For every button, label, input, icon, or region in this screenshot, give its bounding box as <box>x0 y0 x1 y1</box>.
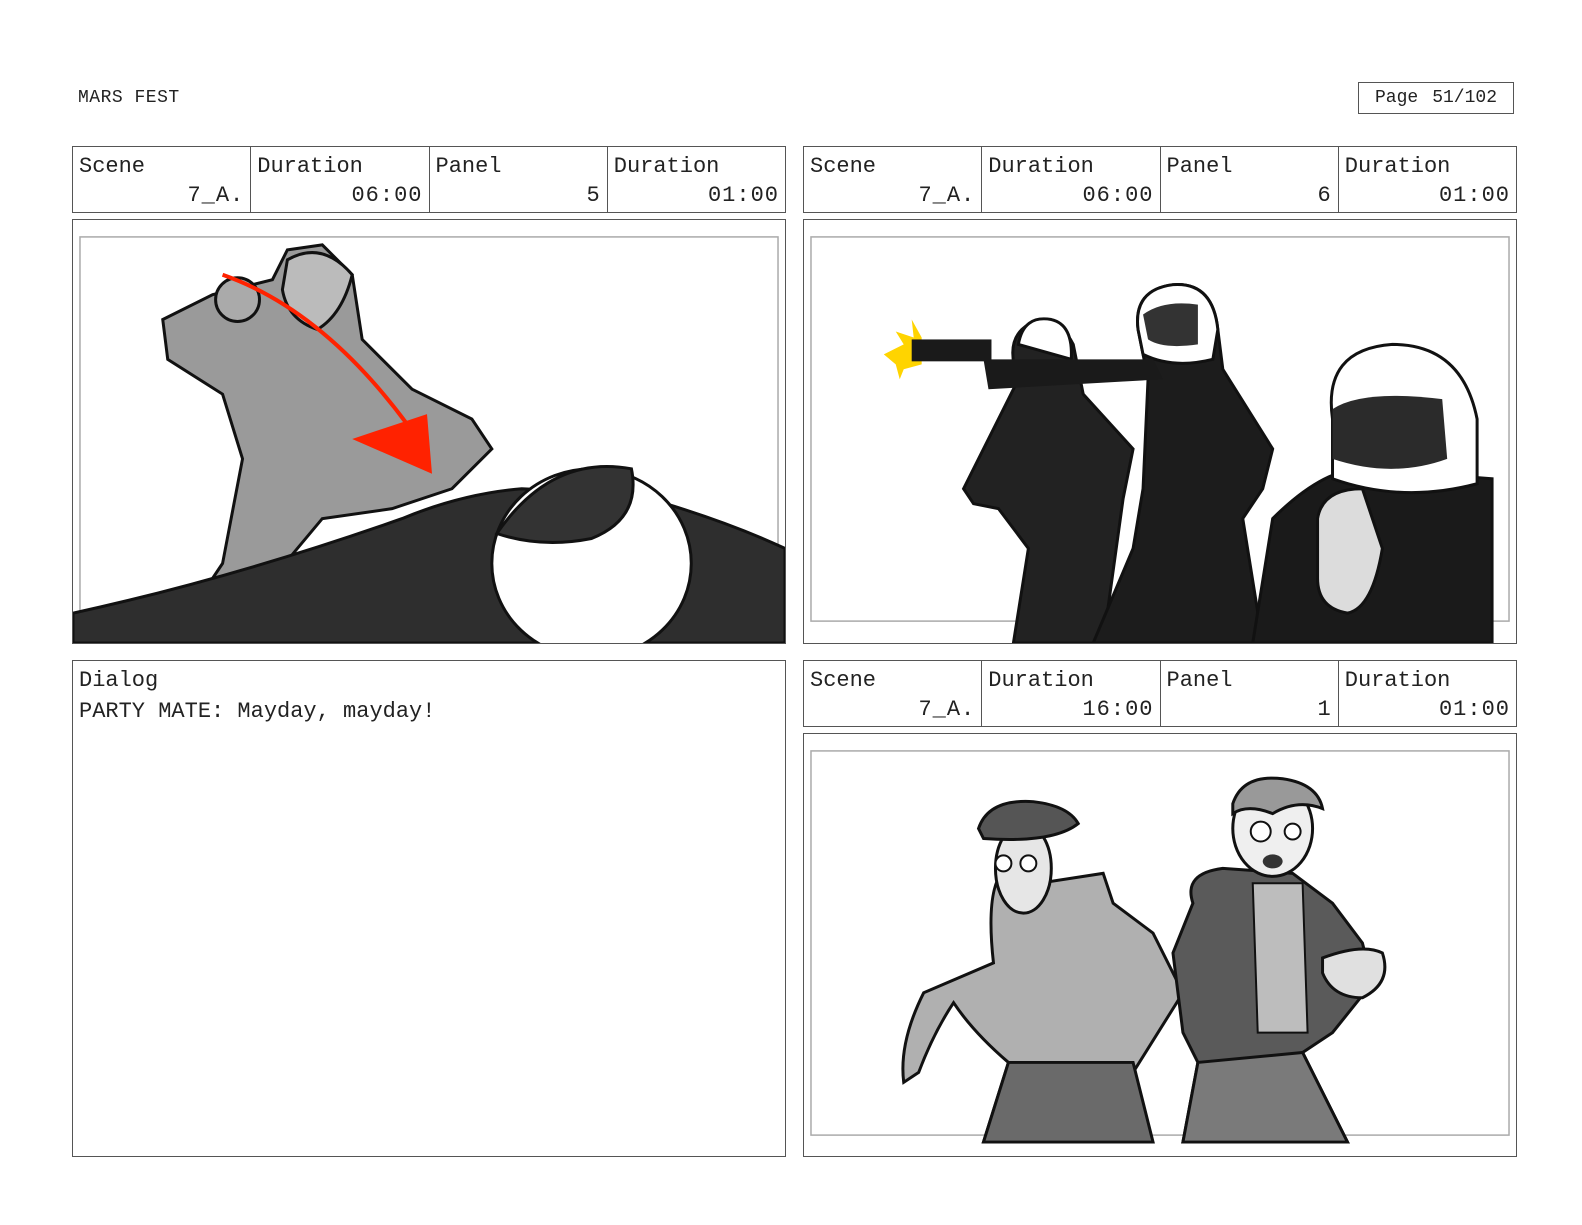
panel-duration-cell: Duration 01:00 <box>1339 661 1516 726</box>
scene-cell: Scene 7_A. <box>804 661 983 726</box>
duration-value: 16:00 <box>1082 697 1154 722</box>
storyboard-sketch-3 <box>810 750 1510 1144</box>
panel-frame-2 <box>803 219 1517 644</box>
panel-duration-label: Duration <box>613 154 720 179</box>
panel-label: Panel <box>1166 154 1233 179</box>
panel-duration-cell: Duration 01:00 <box>1339 147 1516 212</box>
scene-duration-cell: Duration 16:00 <box>982 661 1161 726</box>
duration-value: 06:00 <box>1082 183 1154 208</box>
page-number: 51/102 <box>1432 88 1498 108</box>
panel-duration-cell: Duration 01:00 <box>608 147 785 212</box>
panel-value: 5 <box>586 183 601 208</box>
scene-label: Scene <box>79 154 146 179</box>
panel-label: Panel <box>1166 668 1233 693</box>
panel-duration-label: Duration <box>1344 154 1451 179</box>
panel-header-3: Scene 7_A. Duration 16:00 Panel 1 Durati… <box>803 660 1517 727</box>
dialog-line: PARTY MATE: Mayday, mayday! <box>79 699 436 724</box>
dialog-label: Dialog <box>79 668 159 693</box>
scene-label: Scene <box>810 154 877 179</box>
panel-frame-1 <box>72 219 786 644</box>
panel-frame-3 <box>803 733 1517 1157</box>
page-indicator: Page 51/102 <box>1358 82 1514 114</box>
storyboard-sketch-1 <box>73 236 785 643</box>
panel-header-2: Scene 7_A. Duration 06:00 Panel 6 Durati… <box>803 146 1517 213</box>
duration-label: Duration <box>257 154 363 179</box>
dialog-box: Dialog PARTY MATE: Mayday, mayday! <box>72 660 786 1157</box>
duration-value: 06:00 <box>351 183 423 208</box>
scene-value: 7_A. <box>918 697 976 722</box>
scene-cell: Scene 7_A. <box>73 147 252 212</box>
panel-duration-value: 01:00 <box>1438 183 1510 208</box>
panel-label: Panel <box>435 154 502 179</box>
scene-duration-cell: Duration 06:00 <box>982 147 1161 212</box>
duration-label: Duration <box>988 668 1094 693</box>
panel-duration-value: 01:00 <box>707 183 779 208</box>
page-label: Page <box>1374 88 1419 108</box>
storyboard-sketch-2 <box>810 236 1510 643</box>
project-title: MARS FEST <box>78 88 180 108</box>
scene-value: 7_A. <box>187 183 245 208</box>
panel-duration-label: Duration <box>1344 668 1451 693</box>
panel-cell: Panel 1 <box>1161 661 1339 726</box>
panel-cell: Panel 5 <box>430 147 608 212</box>
duration-label: Duration <box>988 154 1094 179</box>
panel-header-1: Scene 7_A. Duration 06:00 Panel 5 Durati… <box>72 146 786 213</box>
panel-value: 1 <box>1317 697 1332 722</box>
scene-label: Scene <box>810 668 877 693</box>
scene-duration-cell: Duration 06:00 <box>251 147 430 212</box>
panel-duration-value: 01:00 <box>1438 697 1510 722</box>
scene-value: 7_A. <box>918 183 976 208</box>
panel-value: 6 <box>1317 183 1332 208</box>
panel-cell: Panel 6 <box>1161 147 1339 212</box>
scene-cell: Scene 7_A. <box>804 147 983 212</box>
